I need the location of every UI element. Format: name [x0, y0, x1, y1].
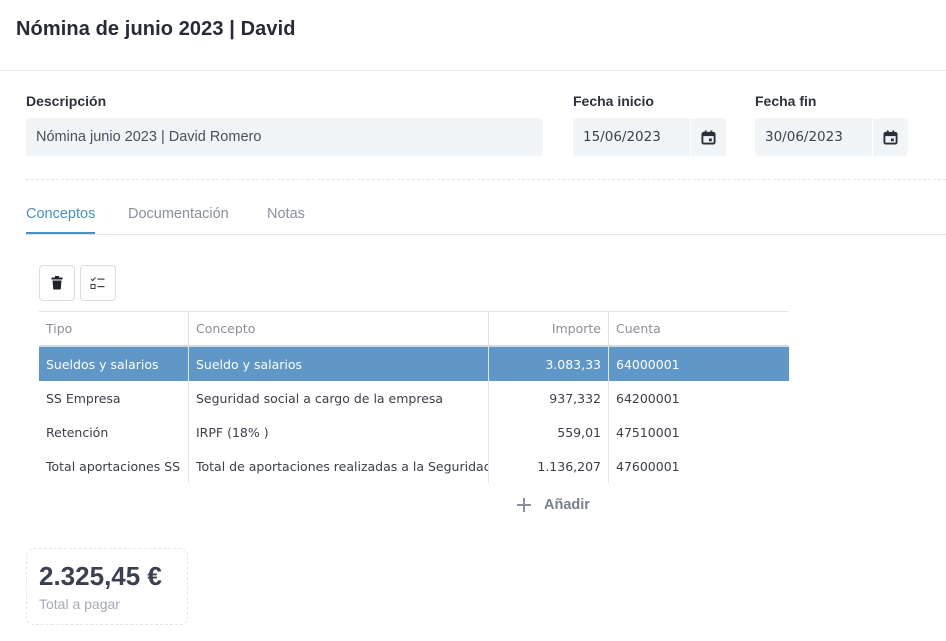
cell-concepto: Seguridad social a cargo de la empresa [188, 381, 488, 415]
column-header-tipo[interactable]: Tipo [39, 312, 188, 345]
concepts-grid: Tipo Concepto Importe Cuenta Sueldos y s… [39, 311, 789, 483]
cell-importe: 3.083,33 [488, 347, 608, 381]
calendar-icon [883, 129, 898, 145]
total-amount: 2.325,45 € [39, 561, 162, 591]
cell-importe: 559,01 [488, 415, 608, 449]
tab-documentacion[interactable]: Documentación [128, 206, 229, 232]
end-date-input[interactable]: 30/06/2023 [755, 118, 908, 156]
tab-bar: Conceptos Documentación Notas [26, 200, 946, 235]
add-row-label: Añadir [544, 497, 590, 513]
description-input[interactable]: Nómina junio 2023 | David Romero [26, 118, 543, 156]
end-date-value: 30/06/2023 [765, 129, 843, 145]
cell-concepto: Total de aportaciones realizadas a la Se… [188, 449, 488, 483]
checklist-icon [90, 277, 105, 289]
table-row[interactable]: Retención IRPF (18% ) 559,01 47510001 [39, 415, 789, 449]
start-date-input[interactable]: 15/06/2023 [573, 118, 726, 156]
start-date-value: 15/06/2023 [583, 129, 661, 145]
cell-concepto: IRPF (18% ) [188, 415, 488, 449]
column-header-cuenta[interactable]: Cuenta [608, 312, 789, 345]
end-date-label: Fecha fin [755, 93, 817, 109]
end-date-picker-button[interactable] [872, 118, 908, 156]
grid-header: Tipo Concepto Importe Cuenta [39, 311, 789, 347]
start-date-picker-button[interactable] [690, 118, 726, 156]
cell-cuenta: 64200001 [608, 381, 789, 415]
cell-cuenta: 47510001 [608, 415, 789, 449]
table-row[interactable]: Sueldos y salarios Sueldo y salarios 3.0… [39, 347, 789, 381]
cell-importe: 1.136,207 [488, 449, 608, 483]
cell-tipo: Total aportaciones SS [46, 458, 181, 474]
page-header: Nómina de junio 2023 | David [0, 0, 946, 71]
trash-icon [51, 276, 63, 290]
cell-tipo: Sueldos y salarios [46, 356, 159, 372]
cell-tipo: SS Empresa [46, 390, 121, 406]
calendar-icon [701, 129, 716, 145]
plus-icon [515, 496, 533, 514]
description-label: Descripción [26, 93, 107, 109]
column-header-concepto[interactable]: Concepto [188, 312, 488, 345]
section-divider [26, 179, 946, 180]
table-row[interactable]: SS Empresa Seguridad social a cargo de l… [39, 381, 789, 415]
cell-cuenta: 64000001 [608, 347, 789, 381]
tab-notas[interactable]: Notas [267, 206, 305, 232]
tab-conceptos[interactable]: Conceptos [26, 206, 96, 234]
cell-cuenta: 47600001 [608, 449, 789, 483]
column-header-importe[interactable]: Importe [488, 312, 608, 345]
delete-button[interactable] [39, 265, 75, 301]
table-row[interactable]: Total aportaciones SS Total de aportacio… [39, 449, 789, 483]
page-title: Nómina de junio 2023 | David [16, 18, 296, 40]
select-rows-button[interactable] [80, 265, 116, 301]
start-date-label: Fecha inicio [573, 93, 654, 109]
cell-concepto: Sueldo y salarios [188, 347, 488, 381]
total-label: Total a pagar [39, 596, 120, 612]
add-row-button[interactable]: Añadir [515, 494, 590, 516]
total-card: 2.325,45 € Total a pagar [26, 548, 188, 625]
cell-importe: 937,332 [488, 381, 608, 415]
description-value: Nómina junio 2023 | David Romero [36, 129, 262, 145]
cell-tipo: Retención [46, 424, 109, 440]
